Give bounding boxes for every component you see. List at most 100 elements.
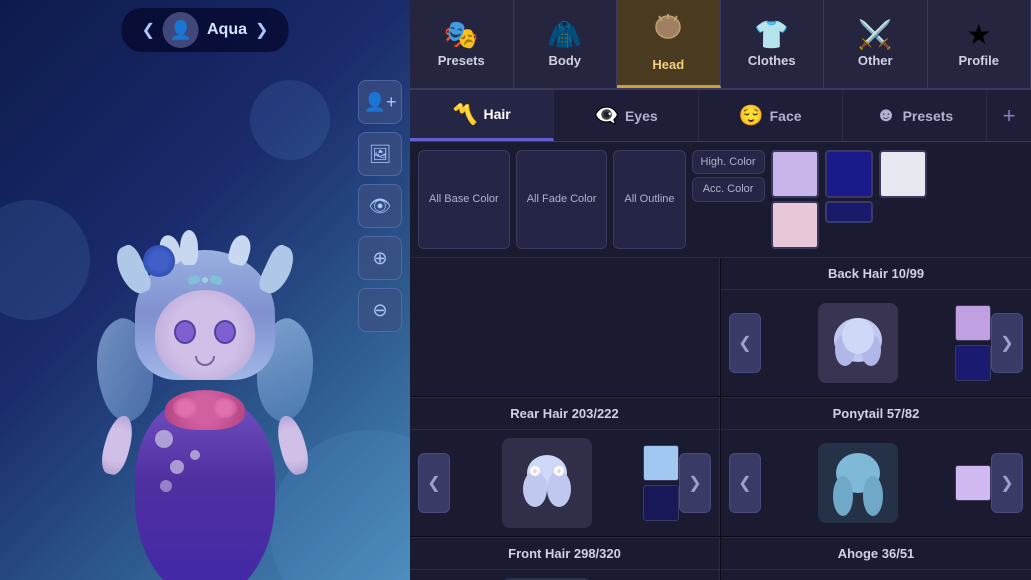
zoom-out-icon: ⊖	[372, 300, 387, 321]
character-name-tag: ❮ 👤 Aqua ❯	[122, 8, 289, 52]
all-fade-color-button[interactable]: All Fade Color	[516, 150, 608, 249]
ponytail-swatches	[955, 465, 991, 501]
prev-character-button[interactable]: ❮	[142, 20, 155, 40]
back-hair-next-button[interactable]: ❯	[991, 313, 1023, 373]
ponytail-next-button[interactable]: ❯	[991, 453, 1023, 513]
presets-sub-label: Presets	[903, 108, 954, 124]
all-base-color-label: All Base Color	[429, 192, 499, 206]
back-hair-prev-button[interactable]: ❮	[729, 313, 761, 373]
high-color-button[interactable]: High. Color	[692, 150, 765, 174]
ponytail-item[interactable]	[818, 443, 898, 523]
image-icon: 🖼	[369, 144, 392, 165]
character-head	[155, 290, 255, 380]
right-panel: 🎭 Presets 🧥 Body Head 👕 Clothes ⚔️	[410, 0, 1031, 580]
ahoge-section: Ahoge 36/51 ❮ ❯	[721, 537, 1031, 580]
ponytail-swatch-1[interactable]	[955, 465, 991, 501]
side-toolbar: 👤+ 🖼 👁 ⊕ ⊖	[358, 80, 402, 332]
hide-button[interactable]: 👁	[358, 184, 402, 228]
hair-grid: Back Hair 10/99 ❮	[410, 258, 1031, 580]
swatch-bottom[interactable]	[825, 201, 873, 223]
swatch-outline-color[interactable]	[825, 150, 873, 198]
rear-hair-swatch-2[interactable]	[643, 485, 679, 521]
front-hair-title: Front Hair 298/320	[508, 546, 621, 561]
next-character-button[interactable]: ❯	[255, 20, 268, 40]
character-arm-right	[273, 413, 313, 477]
gallery-button[interactable]: 🖼	[358, 132, 402, 176]
rear-hair-swatches	[643, 445, 679, 521]
rear-hair-header: Rear Hair 203/222	[410, 398, 719, 430]
ponytail-title: Ponytail 57/82	[833, 406, 920, 421]
back-hair-swatch-1[interactable]	[955, 305, 991, 341]
character-arm-left	[98, 413, 138, 477]
tab-body[interactable]: 🧥 Body	[514, 0, 618, 88]
ponytail-prev-button[interactable]: ❮	[729, 453, 761, 513]
ponytail-header: Ponytail 57/82	[721, 398, 1031, 430]
back-hair-item[interactable]	[818, 303, 898, 383]
body-label: Body	[549, 53, 582, 68]
head-label: Head	[652, 57, 684, 72]
rear-hair-prev-button[interactable]: ❮	[418, 453, 450, 513]
tab-presets[interactable]: 🎭 Presets	[410, 0, 514, 88]
add-icon: +	[1003, 103, 1016, 129]
character-eye-right	[214, 320, 236, 344]
zoom-in-button[interactable]: ⊕	[358, 236, 402, 280]
eyes-sub-label: Eyes	[625, 108, 658, 124]
sub-tab-hair[interactable]: 〽️ Hair	[410, 90, 554, 141]
tab-profile[interactable]: ★ Profile	[928, 0, 1031, 88]
ahoge-title: Ahoge 36/51	[838, 546, 915, 561]
tab-other[interactable]: ⚔️ Other	[824, 0, 928, 88]
front-hair-section: Front Hair 298/320 ❮	[410, 537, 720, 580]
back-hair-swatch-2[interactable]	[955, 345, 991, 381]
presets-label: Presets	[438, 53, 485, 68]
rear-hair-content: ❮	[410, 430, 719, 536]
ahoge-header: Ahoge 36/51	[721, 538, 1031, 570]
body-icon: 🧥	[547, 21, 582, 49]
sub-tab-face[interactable]: 😌 Face	[699, 90, 843, 141]
acc-color-button[interactable]: Acc. Color	[692, 177, 765, 201]
sub-tab-eyes[interactable]: 👁‍🗨 Eyes	[554, 90, 698, 141]
profile-icon: ★	[966, 21, 991, 49]
rear-hair-item[interactable]	[502, 438, 592, 528]
swatch-high-color[interactable]	[879, 150, 927, 198]
presets-sub-icon: ☻	[876, 104, 897, 127]
add-user-icon: 👤+	[364, 92, 397, 113]
swatch-group-1	[771, 150, 819, 249]
character-avatar-icon: 👤	[163, 12, 199, 48]
rear-hair-section: Rear Hair 203/222 ❮	[410, 397, 720, 536]
tab-head[interactable]: Head	[617, 0, 721, 88]
ponytail-section: Ponytail 57/82 ❮ ❯	[721, 397, 1031, 536]
other-label: Other	[858, 53, 893, 68]
ahoge-content: ❮ ❯	[721, 570, 1031, 580]
character-body	[115, 260, 295, 560]
add-sub-button[interactable]: +	[987, 90, 1031, 141]
swatch-group-3	[879, 150, 927, 249]
rear-hair-display	[450, 438, 643, 528]
swatch-fade-color[interactable]	[771, 201, 819, 249]
acc-color-label: Acc. Color	[703, 182, 754, 196]
all-outline-label: All Outline	[624, 192, 674, 206]
zoom-out-button[interactable]: ⊖	[358, 288, 402, 332]
front-hair-header: Front Hair 298/320	[410, 538, 719, 570]
rear-hair-swatch-1[interactable]	[643, 445, 679, 481]
character-eye-left	[174, 320, 196, 344]
character-smile	[195, 356, 215, 366]
swatch-base-color[interactable]	[771, 150, 819, 198]
ponytail-display	[761, 438, 955, 528]
character-torso	[165, 390, 245, 430]
sub-tab-presets[interactable]: ☻ Presets	[843, 90, 987, 141]
back-hair-title: Back Hair 10/99	[828, 266, 924, 281]
back-hair-section	[410, 258, 720, 396]
top-nav: 🎭 Presets 🧥 Body Head 👕 Clothes ⚔️	[410, 0, 1031, 90]
tab-clothes[interactable]: 👕 Clothes	[721, 0, 825, 88]
character-accessory	[175, 270, 235, 290]
character-panel: ❮ 👤 Aqua ❯	[0, 0, 410, 580]
presets-icon: 🎭	[444, 21, 479, 49]
rear-hair-next-button[interactable]: ❯	[679, 453, 711, 513]
swatch-group-2	[825, 150, 873, 249]
add-character-button[interactable]: 👤+	[358, 80, 402, 124]
face-sub-icon: 😌	[739, 103, 764, 128]
all-outline-button[interactable]: All Outline	[613, 150, 685, 249]
profile-label: Profile	[959, 53, 999, 68]
all-base-color-button[interactable]: All Base Color	[418, 150, 510, 249]
hair-sub-label: Hair	[483, 106, 510, 122]
